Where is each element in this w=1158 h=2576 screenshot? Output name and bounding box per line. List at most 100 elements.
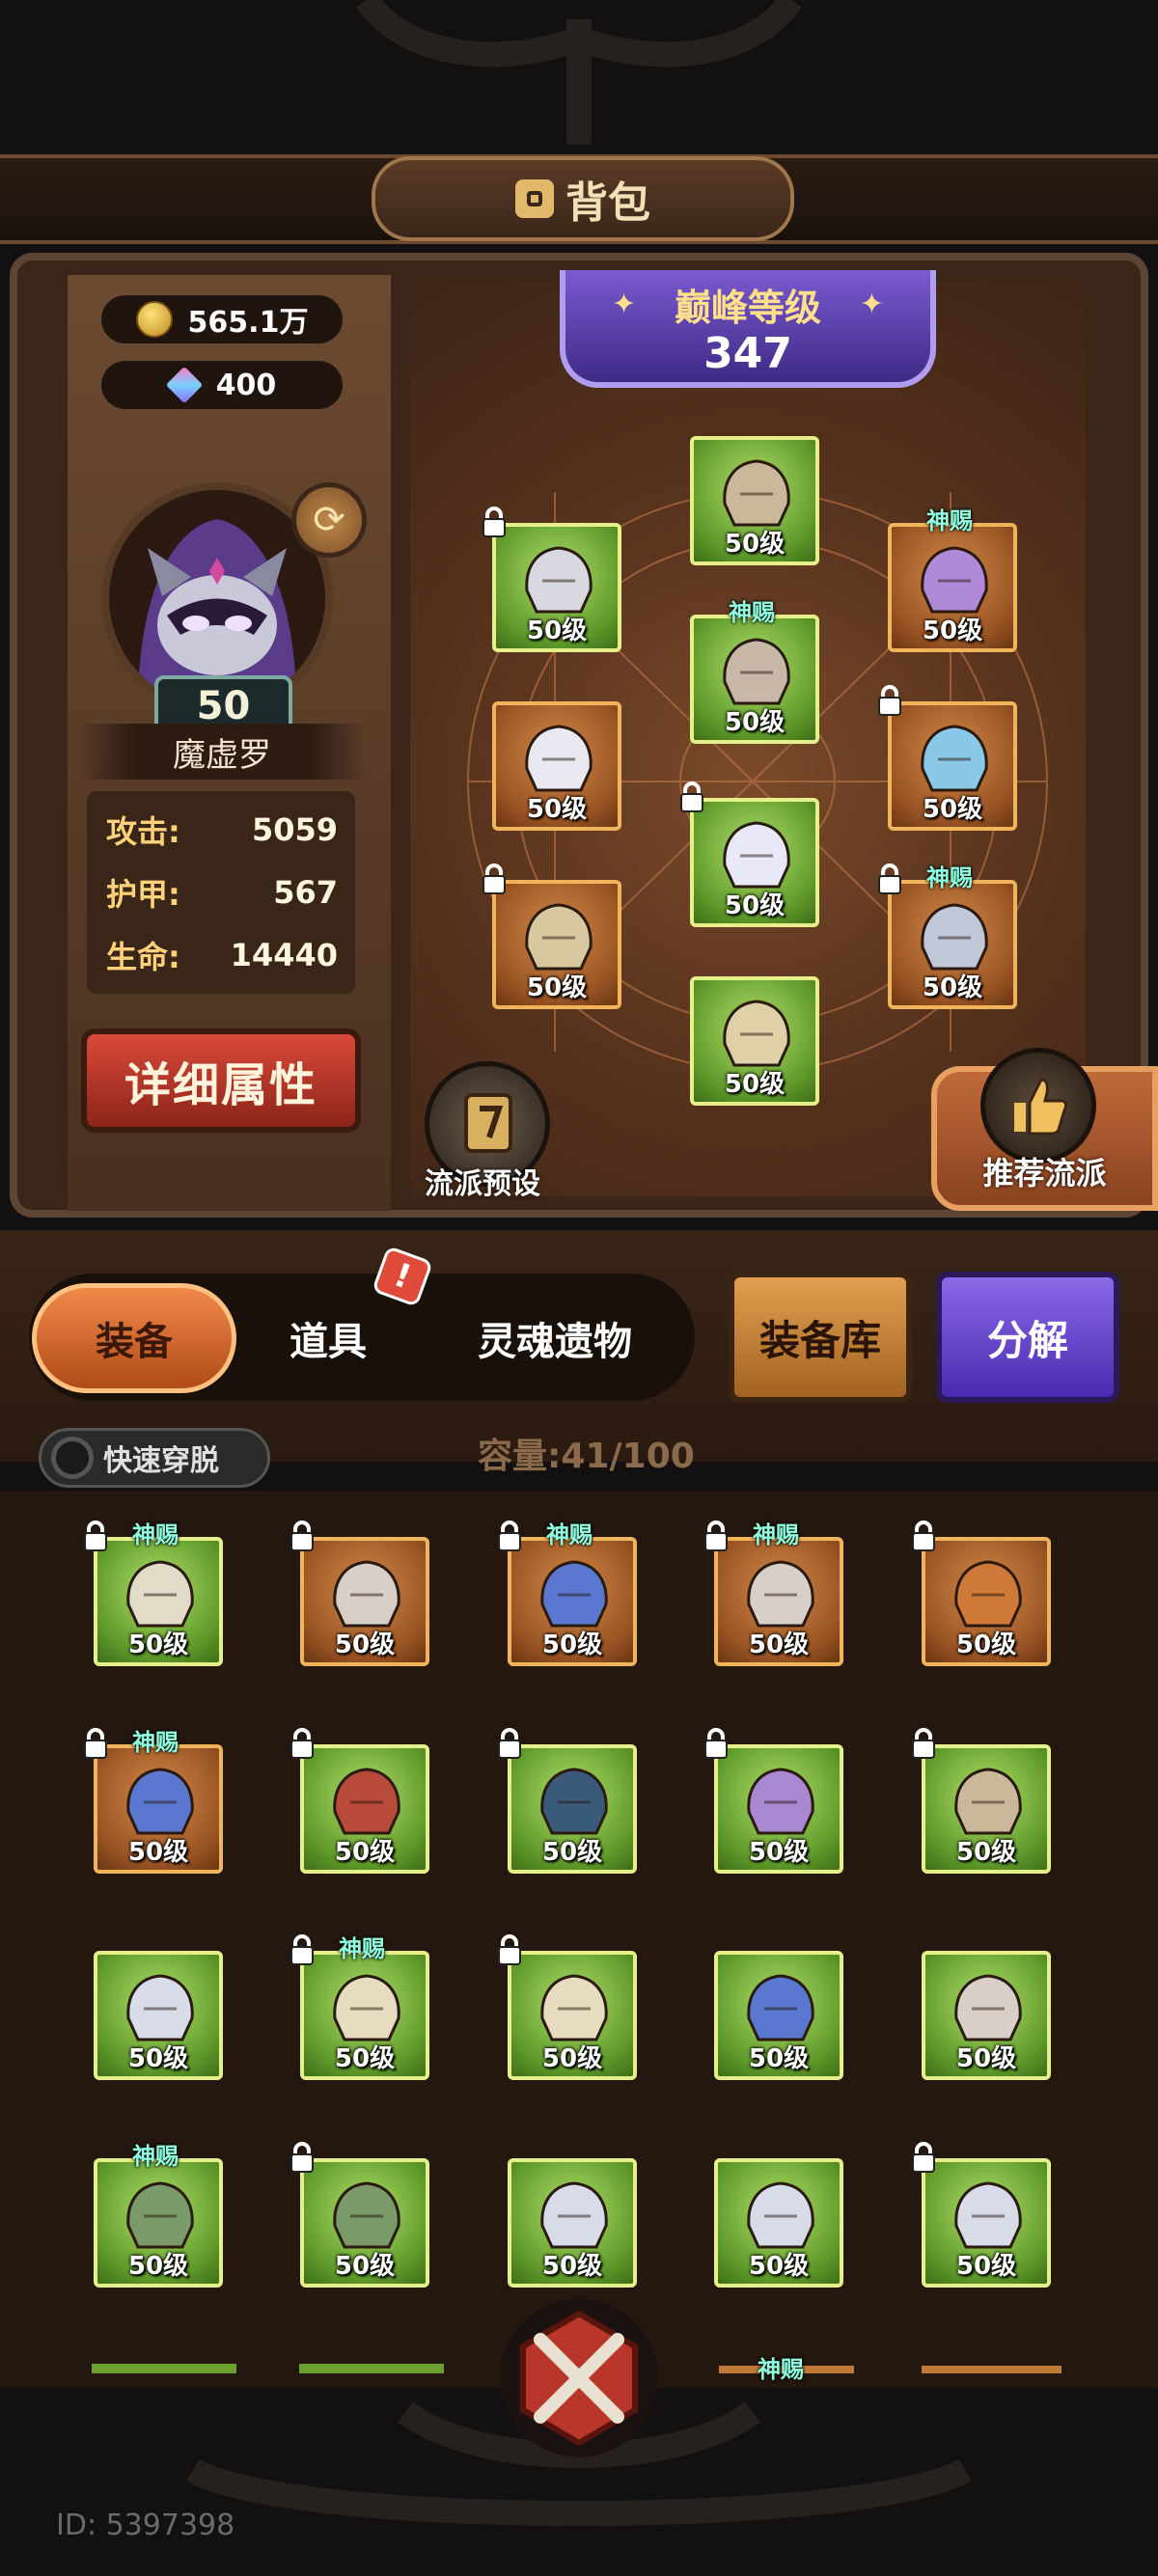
inventory-item[interactable]: 50级 [290,1521,429,1666]
slot-frame: 50级 [690,798,819,927]
lock-icon [290,1934,314,1965]
item-level: 50级 [748,2044,810,2073]
inventory-item[interactable]: 50级 神赐 [498,1521,637,1666]
stat-label: 护甲: [106,876,180,913]
gloves-icon [525,725,593,792]
item-level: 50级 [922,973,983,1002]
partial-slot [922,2366,1062,2373]
inventory-item[interactable]: 50级 神赐 [704,1521,843,1666]
inventory-item[interactable]: 50级 神赐 [84,1728,223,1874]
armory-button[interactable]: 装备库 [729,1272,912,1403]
gold-coin-icon [135,301,173,338]
equipped-slot-boots[interactable]: 50级 [690,976,819,1106]
equipped-slot-ring[interactable]: 50级 [878,685,1017,831]
slot-frame: 50级 [922,2158,1051,2288]
stat-value: 14440 [230,937,338,973]
lock-badge [910,1520,937,1556]
inventory-item[interactable]: 50级 [498,1728,637,1874]
capacity-label: 容量: [478,1437,562,1476]
winged-boots-icon [747,1974,814,2042]
decompose-button[interactable]: 分解 [936,1272,1119,1403]
thumbs-up-icon [980,1048,1096,1164]
item-level: 50级 [541,2252,603,2281]
inventory-item[interactable]: 50级 [912,2142,1051,2288]
equipped-slot-legs[interactable]: 50级 [680,781,819,927]
inventory-item[interactable]: 50级 神赐 [94,2143,223,2288]
equipped-slot-body[interactable]: 50级 神赐 [690,599,819,744]
equipped-slot-weapon[interactable]: 50级 [482,863,621,1009]
capacity-indicator: 容量:41/100 [478,1428,719,1478]
detail-attributes-button[interactable]: 详细属性 [81,1028,361,1133]
item-level: 50级 [334,2252,396,2281]
star-icon: ✦ [859,288,884,321]
inventory-item[interactable]: 50级 [714,1951,843,2080]
school-preset-label: 流派预设 [425,1167,540,1201]
partial-slot [92,2364,236,2373]
eagle-helm-icon [126,1560,194,1628]
inventory-item[interactable]: 50级 [290,1728,429,1874]
recommend-school-button[interactable]: 推荐流派 [931,1048,1158,1211]
slot-frame: 50级 [94,2158,223,2288]
lock-badge [481,506,508,542]
tab-soul-relics[interactable]: 灵魂遗物 [439,1283,671,1393]
inventory-item[interactable]: 50级 [94,1951,223,2080]
quick-equip-toggle[interactable]: 快速穿脱 [39,1428,270,1488]
quick-equip-label: 快速穿脱 [103,1444,219,1478]
hero-name: 魔虚罗 [77,724,367,780]
slot-frame: 50级 [690,615,819,744]
tab-items[interactable]: 道具 [251,1283,405,1393]
slot-frame: 50级 [300,1744,429,1874]
stat-label: 攻击: [106,813,180,850]
lock-badge [703,1520,730,1556]
equipped-slot-shoulder[interactable]: 50级 [482,507,621,652]
slot-frame: 50级 [94,1537,223,1666]
lock-badge [496,1727,523,1764]
item-level: 50级 [541,1631,603,1659]
inventory-item[interactable]: 50级 神赐 [84,1521,223,1666]
inventory-item[interactable]: 50级 [912,1521,1051,1666]
item-level: 50级 [922,617,983,645]
swap-hero-icon[interactable]: ⟳ [291,482,367,558]
lock-icon [498,1934,521,1965]
stone-helm-icon [954,1768,1022,1835]
lock-badge [82,1520,109,1556]
divine-gift-tag: 神赐 [546,1521,593,1548]
peak-level-plate: ✦ ✦ 巅峰等级 347 [560,270,936,388]
lock-icon [912,1728,935,1759]
school-preset-button[interactable]: 流派预设 [425,1061,560,1201]
winged-pauldron-icon [540,2181,608,2249]
inventory-item[interactable]: 50级 [290,2142,429,2288]
inventory-item[interactable]: 50级 [912,1728,1051,1874]
tab-equipment[interactable]: 装备 [32,1283,236,1393]
item-level: 50级 [541,1838,603,1867]
equipped-slot-head[interactable]: 50级 [690,436,819,565]
gold-greaves-icon [333,1974,400,2042]
stats-box: 攻击: 5059 护甲: 567 生命: 14440 [87,791,355,994]
slot-frame: 50级 [300,2158,429,2288]
divine-gift-tag: 神赐 [132,1521,179,1548]
crossed-swords-emblem[interactable] [497,2296,661,2460]
peak-level-value: 347 [703,329,792,378]
green-helm-2-icon [333,2181,400,2249]
gold-counter: 565.1万 [101,295,343,343]
lock-icon [912,2142,935,2173]
equipped-slot-gloves[interactable]: 50级 [492,701,621,831]
inventory-item[interactable]: 50级 [714,2158,843,2288]
inventory-item[interactable]: 50级 神赐 [290,1934,429,2080]
equipped-slot-necklace[interactable]: 50级 神赐 [888,507,1017,652]
slot-frame: 50级 [300,1951,429,2080]
lock-badge [876,863,903,899]
divine-gift-tag: 神赐 [758,2356,804,2383]
divine-gift-tag: 神赐 [729,599,775,626]
inventory-item[interactable]: 50级 [508,2158,637,2288]
ring-icon [921,725,988,792]
inventory-item[interactable]: 50级 [704,1728,843,1874]
item-level: 50级 [127,2252,189,2281]
item-level: 50级 [526,973,588,1002]
equipped-slot-offhand[interactable]: 50级 神赐 [878,863,1017,1009]
inventory-item[interactable]: 50级 [498,1934,637,2080]
slot-frame: 50级 [922,1951,1051,2080]
inventory-item[interactable]: 50级 [922,1951,1051,2080]
backpack-icon [515,179,554,218]
item-level: 50级 [748,1631,810,1659]
